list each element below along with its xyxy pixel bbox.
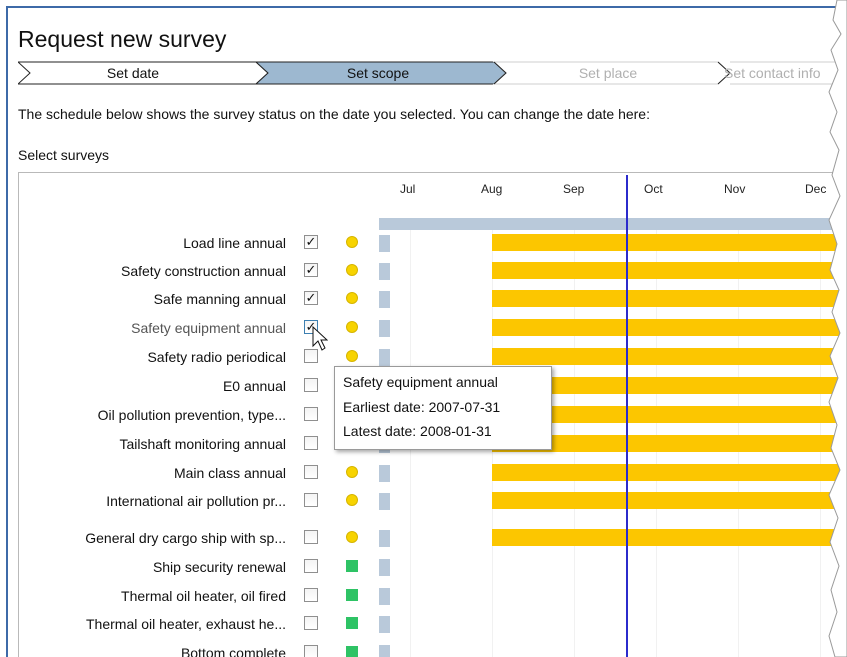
survey-checkbox[interactable] bbox=[304, 493, 318, 507]
window-border bbox=[6, 6, 8, 657]
survey-label: Oil pollution prevention, type... bbox=[97, 407, 286, 423]
survey-label: Thermal oil heater, exhaust he... bbox=[86, 616, 286, 632]
month-label: Oct bbox=[644, 182, 663, 196]
survey-checkbox[interactable] bbox=[304, 407, 318, 421]
survey-checkbox[interactable] bbox=[304, 436, 318, 450]
survey-label: Main class annual bbox=[173, 465, 286, 481]
selected-date-line[interactable] bbox=[626, 175, 628, 657]
timeline-gutter bbox=[379, 465, 390, 482]
status-yellow-dot bbox=[346, 292, 358, 304]
wizard-steps: Set date Set scope Set place Set contact… bbox=[18, 61, 847, 85]
tooltip-earliest-date: Earliest date: 2007-07-31 bbox=[343, 399, 501, 415]
survey-window-bar[interactable] bbox=[492, 290, 847, 307]
survey-checkbox[interactable]: ✓ bbox=[304, 291, 318, 305]
survey-checkbox[interactable] bbox=[304, 378, 318, 392]
mouse-pointer-icon bbox=[312, 326, 328, 351]
timeline-gutter bbox=[379, 263, 390, 280]
timeline-gutter bbox=[379, 493, 390, 510]
survey-window-bar[interactable] bbox=[492, 348, 847, 365]
timeline-gutter bbox=[379, 530, 390, 547]
survey-window-bar[interactable] bbox=[492, 492, 847, 509]
timeline-gutter bbox=[379, 616, 390, 633]
month-label: Sep bbox=[563, 182, 585, 196]
survey-label: Safety equipment annual bbox=[131, 320, 286, 336]
survey-label: Safe manning annual bbox=[153, 291, 286, 307]
status-green-square bbox=[346, 589, 358, 601]
survey-checkbox[interactable] bbox=[304, 465, 318, 479]
status-yellow-dot bbox=[346, 494, 358, 506]
month-label: Jul bbox=[400, 182, 416, 196]
wizard-step-set-scope[interactable]: Set scope bbox=[288, 61, 468, 85]
survey-checkbox[interactable] bbox=[304, 588, 318, 602]
survey-label: Ship security renewal bbox=[152, 559, 286, 575]
survey-window-bar[interactable] bbox=[492, 234, 847, 251]
survey-checkbox[interactable] bbox=[304, 645, 318, 657]
status-yellow-dot bbox=[346, 350, 358, 362]
survey-checkbox[interactable] bbox=[304, 530, 318, 544]
tooltip-latest-date: Latest date: 2008-01-31 bbox=[343, 423, 492, 439]
status-green-square bbox=[346, 617, 358, 629]
status-yellow-dot bbox=[346, 236, 358, 248]
survey-label: Safety radio periodical bbox=[147, 349, 286, 365]
survey-label: Bottom complete bbox=[180, 645, 286, 657]
status-green-square bbox=[346, 646, 358, 657]
survey-label: Tailshaft monitoring annual bbox=[119, 436, 286, 452]
timeline-header-bar bbox=[379, 218, 847, 230]
survey-tooltip: Safety equipment annual Earliest date: 2… bbox=[334, 366, 552, 450]
page-title: Request new survey bbox=[18, 26, 227, 52]
tooltip-title: Safety equipment annual bbox=[343, 374, 498, 390]
month-label: Nov bbox=[724, 182, 746, 196]
survey-checkbox[interactable] bbox=[304, 616, 318, 630]
status-yellow-dot bbox=[346, 321, 358, 333]
survey-label: International air pollution pr... bbox=[106, 493, 286, 509]
timeline-gutter bbox=[379, 320, 390, 337]
torn-edge-decoration bbox=[828, 0, 847, 657]
status-green-square bbox=[346, 560, 358, 572]
survey-window-bar[interactable] bbox=[492, 464, 847, 481]
status-yellow-dot bbox=[346, 531, 358, 543]
info-text: The schedule below shows the survey stat… bbox=[18, 106, 650, 122]
survey-window-bar[interactable] bbox=[492, 262, 847, 279]
status-yellow-dot bbox=[346, 264, 358, 276]
survey-label: Thermal oil heater, oil fired bbox=[121, 588, 286, 604]
wizard-step-set-date[interactable]: Set date bbox=[58, 61, 208, 85]
survey-label: E0 annual bbox=[222, 378, 286, 394]
survey-label: General dry cargo ship with sp... bbox=[85, 530, 286, 546]
survey-checkbox[interactable]: ✓ bbox=[304, 235, 318, 249]
timeline-gutter bbox=[379, 645, 390, 657]
wizard-step-set-place[interactable]: Set place bbox=[518, 61, 698, 85]
survey-checkbox[interactable]: ✓ bbox=[304, 263, 318, 277]
survey-label: Safety construction annual bbox=[121, 263, 286, 279]
window-border-top bbox=[6, 6, 847, 8]
timeline-gutter bbox=[379, 291, 390, 308]
select-surveys-label: Select surveys bbox=[18, 147, 110, 163]
survey-window-bar[interactable] bbox=[492, 529, 847, 546]
status-yellow-dot bbox=[346, 466, 358, 478]
timeline-gutter bbox=[379, 588, 390, 605]
timeline-gutter bbox=[379, 349, 390, 366]
window: Request new survey Set date Set scope Se… bbox=[0, 0, 847, 657]
timeline-gutter bbox=[379, 235, 390, 252]
timeline-gutter bbox=[379, 559, 390, 576]
survey-checkbox[interactable] bbox=[304, 559, 318, 573]
survey-window-bar[interactable] bbox=[492, 319, 847, 336]
month-label: Aug bbox=[481, 182, 503, 196]
survey-label: Load line annual bbox=[183, 235, 286, 251]
